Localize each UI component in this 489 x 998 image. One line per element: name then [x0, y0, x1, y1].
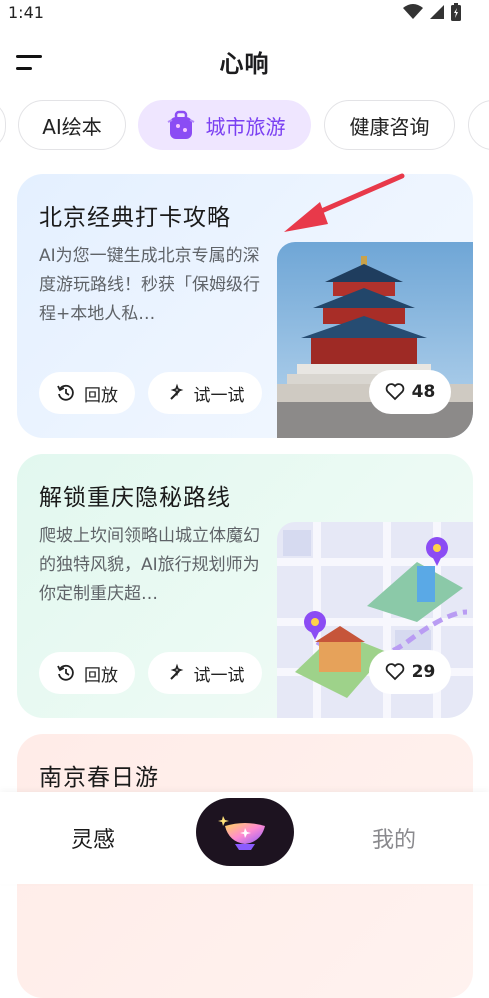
card-image-map	[277, 522, 473, 718]
heart-icon	[385, 663, 404, 681]
nav-inspiration[interactable]: 灵感	[71, 822, 115, 854]
magic-wand-icon	[169, 383, 183, 400]
try-button[interactable]: 试一试	[148, 652, 262, 694]
replay-label: 回放	[84, 665, 118, 686]
category-tabs: AI绘本 城市旅游 健康咨询	[0, 100, 489, 154]
replay-button[interactable]: 回放	[39, 372, 135, 414]
tab-label: 城市旅游	[205, 114, 286, 139]
try-button[interactable]: 试一试	[148, 372, 262, 414]
heart-icon	[385, 383, 404, 401]
card-title: 南京春日游	[39, 765, 159, 791]
try-label: 试一试	[193, 385, 245, 406]
arrow-annotation-icon	[284, 173, 405, 232]
city-map-image	[277, 522, 473, 718]
status-bar: 1:41	[0, 0, 489, 28]
tab-label: AI绘本	[42, 114, 102, 139]
signal-icon	[430, 5, 444, 19]
card-chongqing[interactable]: 解锁重庆隐秘路线 爬坡上坎间领略山城立体魔幻的独特风貌，AI旅行规划师为你定制重…	[17, 454, 473, 718]
card-title: 北京经典打卡攻略	[39, 205, 231, 231]
tab-prev-partial[interactable]	[0, 100, 6, 150]
like-count: 29	[411, 662, 436, 682]
create-button[interactable]	[196, 798, 294, 866]
like-button[interactable]: 29	[369, 650, 451, 694]
magic-wand-icon	[169, 663, 183, 680]
tab-label: 健康咨询	[349, 114, 430, 139]
tab-city-travel[interactable]: 城市旅游	[138, 100, 311, 150]
card-title: 解锁重庆隐秘路线	[39, 485, 231, 511]
like-count: 48	[411, 382, 436, 402]
status-time: 1:41	[8, 3, 44, 22]
card-description: AI为您一键生成北京专属的深度游玩路线！秒获「保姆级行程+本地人私…	[39, 246, 260, 324]
tab-next-partial[interactable]	[468, 100, 489, 150]
battery-icon	[451, 3, 461, 21]
genie-lamp-icon	[218, 816, 265, 850]
replay-button[interactable]: 回放	[39, 652, 135, 694]
like-button[interactable]: 48	[369, 370, 451, 414]
wifi-icon	[403, 4, 423, 19]
temple-of-heaven-image	[277, 242, 473, 438]
status-icons	[403, 3, 461, 21]
card-image-temple	[277, 242, 473, 438]
tab-health-consult[interactable]: 健康咨询	[324, 100, 455, 150]
bottom-navigation: 灵感 我的	[0, 792, 489, 884]
app-title: 心响	[219, 50, 270, 78]
try-label: 试一试	[193, 665, 245, 686]
replay-icon	[57, 664, 74, 681]
nav-mine[interactable]: 我的	[372, 822, 416, 854]
replay-label: 回放	[84, 385, 118, 406]
card-description: 爬坡上坎间领略山城立体魔幻的独特风貌，AI旅行规划师为你定制重庆超…	[39, 526, 260, 604]
suitcase-icon	[167, 110, 194, 139]
replay-icon	[57, 384, 74, 401]
tab-ai-picture-book[interactable]: AI绘本	[18, 100, 126, 150]
app-header: 心响	[0, 36, 489, 88]
